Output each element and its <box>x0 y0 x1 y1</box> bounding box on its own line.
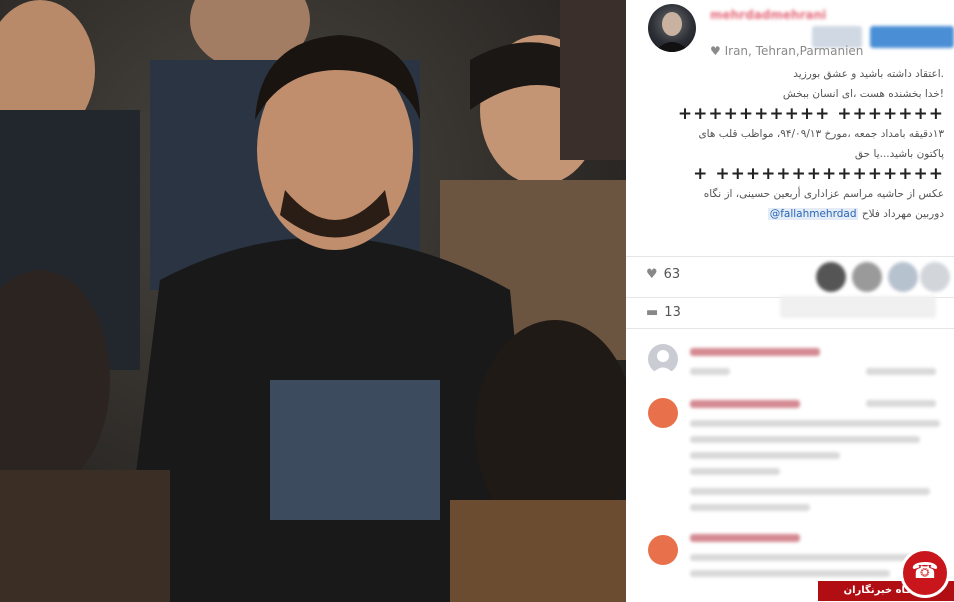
caption-line: دوربین مهرداد فلاح @fallahmehrdad <box>650 204 944 224</box>
post-caption: .اعتقاد داشته باشید و عشق بورزید !خدا بخ… <box>650 64 944 224</box>
post-location[interactable]: ♥ Iran, Tehran,Parmanien <box>710 44 863 58</box>
comment-avatar[interactable] <box>648 535 678 565</box>
comment-text <box>690 468 780 475</box>
caption-line: ۱۳دقیقه بامداد جمعه ،مورخ ۹۴/۰۹/۱۳، مواظ… <box>698 128 944 140</box>
caption-line: پاکتون باشید...یا حق <box>854 148 944 160</box>
post-location-text: Iran, Tehran,Parmanien <box>724 44 864 58</box>
comment-avatar[interactable] <box>648 398 678 428</box>
jam-logo-icon: ☎ <box>900 548 950 598</box>
comment-author[interactable] <box>690 400 800 408</box>
comment-time <box>866 368 936 375</box>
comment-time <box>866 400 936 407</box>
heart-icon: ♥ <box>646 267 658 282</box>
speech-bubble-icon: ▬ <box>646 305 659 320</box>
comment-text <box>690 420 940 427</box>
divider <box>626 328 954 329</box>
author-avatar[interactable] <box>648 4 696 52</box>
mention-link[interactable]: @fallahmehrdad <box>767 208 859 220</box>
watermark-logo: باشگاه خبرنگاران ☎ <box>818 548 954 602</box>
likes-stat[interactable]: ♥ 63 <box>646 267 680 282</box>
comment-author[interactable] <box>690 534 800 542</box>
caption-line: !خدا بخشنده هست ،ای انسان ببخش <box>782 88 944 100</box>
post-sidebar: mehrdadmehrani ♥ Iran, Tehran,Parmanien … <box>626 0 954 602</box>
caption-line: .اعتقاد داشته باشید و عشق بورزید <box>793 68 944 80</box>
liker-avatar[interactable] <box>888 262 918 292</box>
comment-text <box>690 436 920 443</box>
liker-avatar[interactable] <box>816 262 846 292</box>
liker-avatar[interactable] <box>852 262 882 292</box>
comment-text <box>690 488 930 495</box>
caption-line: +++++++ ++++++++++ <box>677 104 944 124</box>
post-photo[interactable] <box>0 0 626 602</box>
comments-count: 13 <box>664 305 681 320</box>
map-pin-icon: ♥ <box>710 44 721 58</box>
caption-line: +++++++++++++++ + <box>693 164 944 184</box>
post-photo-image <box>0 0 626 602</box>
comment-text <box>690 504 810 511</box>
comment-author[interactable] <box>690 348 820 356</box>
comment-text <box>690 368 730 375</box>
divider <box>626 256 954 257</box>
follow-button[interactable] <box>870 26 954 48</box>
tag-bar[interactable] <box>780 296 936 318</box>
caption-line-text: دوربین مهرداد فلاح <box>861 208 944 220</box>
comment-text <box>690 452 840 459</box>
comments-stat[interactable]: ▬ 13 <box>646 305 681 320</box>
author-username[interactable]: mehrdadmehrani <box>710 8 826 22</box>
comment-avatar[interactable] <box>648 344 678 374</box>
liker-avatar[interactable] <box>920 262 950 292</box>
caption-line: عکس از حاشیه مراسم عزاداری أربعین حسینی،… <box>703 188 944 200</box>
likes-count: 63 <box>663 267 681 282</box>
